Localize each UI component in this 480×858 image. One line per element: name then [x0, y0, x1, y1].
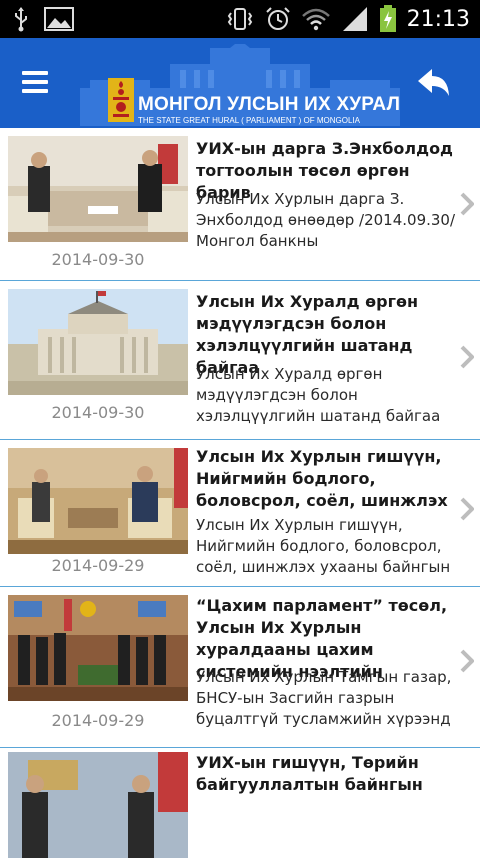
usb-icon [15, 7, 27, 32]
news-snippet: Улсын Их Хурлын Тамгын газар, БНСУ-ын За… [196, 668, 452, 728]
news-thumbnail-image [8, 595, 188, 701]
news-title: Улсын Их Хурлын гишүүн, Нийгмийн бодлого… [196, 447, 448, 510]
news-snippet: Улсын Их Хурлын дарга З. Энхболдод өнөөд… [196, 190, 456, 250]
back-icon[interactable] [416, 66, 452, 100]
news-item[interactable]: 2014-09-29 Улсын Их Хурлын гишүүн, Нийгм… [0, 440, 480, 587]
status-bar: 21:13 [0, 0, 480, 38]
news-date: 2014-09-29 [51, 556, 145, 575]
image-icon [44, 7, 74, 31]
news-item[interactable]: 2014-09-30 УИХ-ын дарга З.Энхболдод тогт… [0, 128, 480, 281]
signal-icon [342, 7, 367, 31]
vibrate-icon [227, 8, 252, 30]
news-list: 2014-09-30 УИХ-ын дарга З.Энхболдод тогт… [0, 128, 480, 858]
header-title: МОНГОЛ УЛСЫН ИХ ХУРАЛ [138, 94, 401, 115]
app-header: МОНГОЛ УЛСЫН ИХ ХУРАЛ THE STATE GREAT HU… [0, 38, 480, 128]
news-date: 2014-09-29 [51, 711, 145, 730]
news-snippet: Улсын Их Хуралд өргөн мэдүүлэгдсэн болон… [196, 365, 441, 425]
news-thumbnail-image [8, 752, 188, 858]
news-date: 2014-09-30 [51, 250, 145, 269]
chevron-right-icon [460, 497, 474, 521]
news-title: УИХ-ын гишүүн, Төрийн байгууллалтын байн… [196, 753, 423, 794]
chevron-right-icon [460, 649, 474, 673]
soyombo-emblem-icon [108, 78, 134, 122]
status-time: 21:13 [406, 6, 470, 32]
news-item[interactable]: 2014-09-29 “Цахим парламент” төсөл, Улсы… [0, 587, 480, 748]
parliament-banner: МОНГОЛ УЛСЫН ИХ ХУРАЛ THE STATE GREAT HU… [70, 44, 410, 128]
header-subtitle: THE STATE GREAT HURAL ( PARLIAMENT ) OF … [138, 116, 360, 125]
chevron-right-icon [460, 345, 474, 369]
news-snippet: Улсын Их Хурлын гишүүн, Нийгмийн бодлого… [196, 516, 451, 576]
news-date: 2014-09-30 [51, 403, 145, 422]
chevron-right-icon [460, 192, 474, 216]
news-item[interactable]: УИХ-ын гишүүн, Төрийн байгууллалтын байн… [0, 748, 480, 858]
news-item[interactable]: 2014-09-30 Улсын Их Хуралд өргөн мэдүүлэ… [0, 281, 480, 440]
menu-icon[interactable] [22, 71, 48, 93]
news-thumbnail-image [8, 289, 188, 395]
wifi-icon [301, 8, 330, 31]
news-thumbnail-image [8, 448, 188, 554]
news-thumbnail-image [8, 136, 188, 242]
alarm-icon [265, 7, 290, 30]
battery-charging-icon [379, 5, 396, 32]
